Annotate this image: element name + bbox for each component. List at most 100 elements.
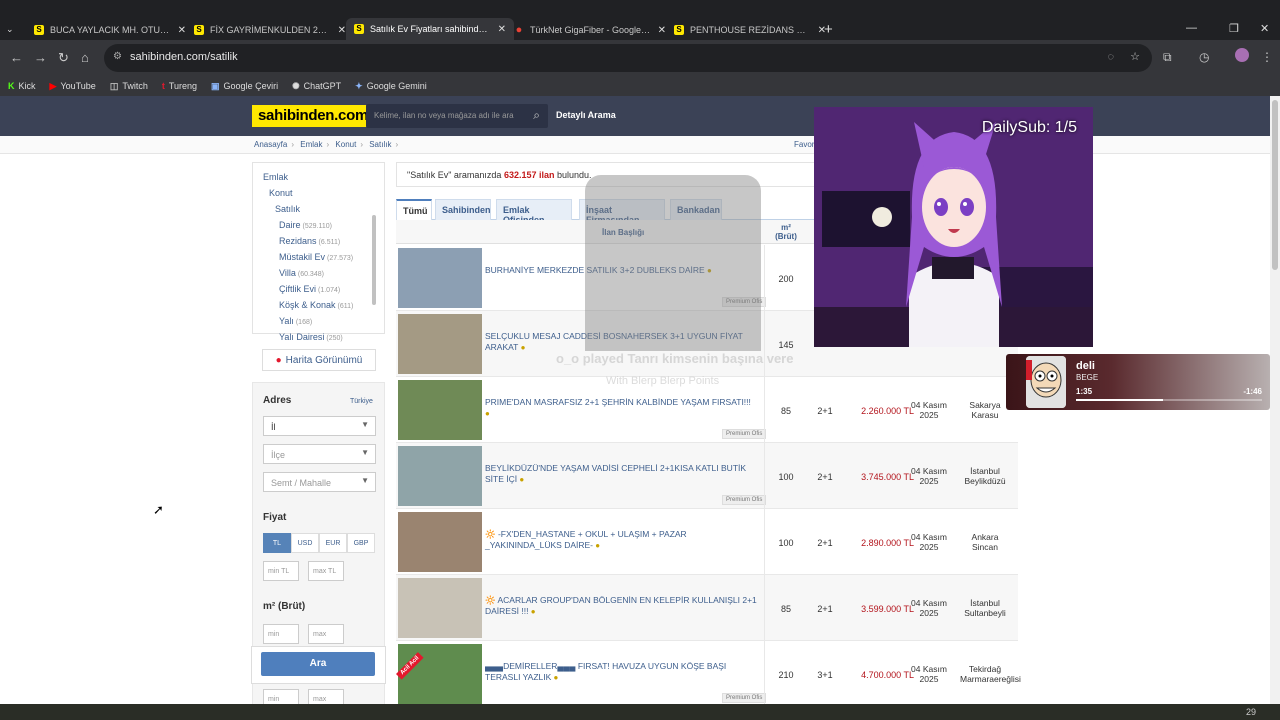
category-scrollbar[interactable] bbox=[372, 215, 376, 305]
max-extra-input[interactable]: max bbox=[308, 689, 344, 704]
listing-thumbnail[interactable]: Acil Acil bbox=[396, 644, 482, 704]
min-area-input[interactable]: min bbox=[263, 624, 299, 644]
currency-usd-button[interactable]: USD bbox=[291, 533, 319, 553]
extensions-icon[interactable]: ⧉ bbox=[1163, 50, 1172, 65]
subcategory-item[interactable]: Rezidans (6.511) bbox=[253, 233, 384, 249]
browser-tab[interactable]: S FİX GAYRİMENKULDEN 2+1 EŞYALI ✕ bbox=[186, 20, 354, 40]
search-icon[interactable]: ⌕ bbox=[533, 108, 540, 123]
site-logo[interactable]: sahibinden.com bbox=[252, 105, 374, 127]
category-konut[interactable]: Konut bbox=[253, 185, 384, 201]
sahibinden-icon: S bbox=[354, 24, 364, 34]
site-info-icon[interactable]: ⚙ bbox=[113, 51, 122, 62]
tab-agency[interactable]: Emlak Ofisinden bbox=[496, 199, 572, 225]
close-tab-icon[interactable]: ✕ bbox=[498, 24, 506, 35]
max-price-input[interactable]: max TL bbox=[308, 561, 344, 581]
home-icon[interactable]: ⌂ bbox=[81, 50, 89, 65]
listing-title-link[interactable]: 🔆 ACARLAR GROUP'DAN BÖLGENİN EN KELEPİR … bbox=[485, 595, 757, 617]
bookmark-gemini[interactable]: ✦ Google Gemini bbox=[355, 81, 427, 92]
search-input[interactable]: Kelime, ilan no veya mağaza adı ile ara … bbox=[366, 104, 548, 128]
country-link[interactable]: Türkiye bbox=[350, 398, 373, 405]
minimize-icon[interactable]: — bbox=[1186, 22, 1197, 34]
listing-thumbnail[interactable] bbox=[398, 446, 482, 506]
browser-tab[interactable]: ● TürkNet GigaFiber - Google Haritalar ✕ bbox=[506, 20, 674, 40]
browser-tab[interactable]: S Satılık Ev Fiyatları sahibinden.com ✕ bbox=[346, 18, 514, 40]
close-tab-icon[interactable]: ✕ bbox=[338, 25, 346, 36]
category-satilik[interactable]: Satılık bbox=[253, 201, 384, 217]
browser-tab[interactable]: S BUCA YAYLACIK MH. OTURUMLUK ✕ bbox=[26, 20, 194, 40]
table-row[interactable]: Acil Acil ▄▄▄DEMİRELLER▄▄▄ FIRSAT! HAVUZA… bbox=[396, 641, 1021, 704]
subcategory-item[interactable]: Köşk & Konak (611) bbox=[253, 297, 384, 313]
subcategory-item[interactable]: Villa (60.348) bbox=[253, 265, 384, 281]
subcategory-item[interactable]: Çiftlik Evi (1.074) bbox=[253, 281, 384, 297]
map-view-button[interactable]: ● Harita Görünümü bbox=[262, 349, 376, 371]
reload-icon[interactable]: ↻ bbox=[58, 50, 69, 66]
province-select[interactable]: İl ▼ bbox=[263, 416, 376, 436]
detailed-search-link[interactable]: Detaylı Arama bbox=[556, 110, 616, 120]
category-tree: Emlak Konut Satılık Daire (529.110) Rezida… bbox=[252, 162, 385, 342]
listing-thumbnail[interactable] bbox=[398, 380, 482, 440]
currency-gbp-button[interactable]: GBP bbox=[347, 533, 375, 553]
listing-title-link[interactable]: 🔆 -FX'DEN_HASTANE + OKUL + ULAŞIM + PAZA… bbox=[485, 529, 757, 551]
listing-thumbnail[interactable] bbox=[398, 578, 482, 638]
subcategory-item[interactable]: Yalı Dairesi (250) bbox=[253, 329, 384, 345]
bookmark-youtube[interactable]: ▶ YouTube bbox=[50, 81, 96, 92]
forward-icon[interactable]: → bbox=[34, 50, 47, 65]
chevron-down-icon: ▼ bbox=[361, 420, 369, 429]
tab-search-icon[interactable]: ⌄ bbox=[6, 24, 14, 35]
table-row[interactable]: BEYLİKDÜZÜ'NDE YAŞAM VADİSİ CEPHELİ 2+1K… bbox=[396, 443, 1018, 509]
currency-eur-button[interactable]: EUR bbox=[319, 533, 347, 553]
subcategory-list: Daire (529.110) Rezidans (6.511) Müstakil Ev… bbox=[253, 217, 384, 345]
bookmark-star-icon[interactable]: ☆ bbox=[1130, 50, 1140, 63]
menu-icon[interactable]: ⋮ bbox=[1261, 50, 1273, 64]
subcategory-count: (60.348) bbox=[297, 271, 324, 278]
district-select[interactable]: İlçe ▼ bbox=[263, 444, 376, 464]
page-scrollbar[interactable] bbox=[1270, 96, 1280, 704]
tab-all[interactable]: Tümü bbox=[396, 199, 432, 221]
bookmark-chatgpt[interactable]: ✺ ChatGPT bbox=[292, 81, 341, 92]
category-emlak[interactable]: Emlak bbox=[253, 169, 384, 185]
bookmark-google-translate[interactable]: ▣ Google Çeviri bbox=[211, 81, 278, 92]
listing-rooms: 2+1 bbox=[817, 604, 833, 614]
listing-title-link[interactable]: PRIME'DAN MASRAFSIZ 2+1 ŞEHRİN KALBİNDE … bbox=[485, 397, 757, 419]
breadcrumb-satilik[interactable]: Satılık bbox=[369, 140, 391, 149]
close-window-icon[interactable]: ✕ bbox=[1260, 22, 1269, 35]
tab-owner[interactable]: Sahibinden bbox=[435, 199, 491, 220]
new-tab-button[interactable]: + bbox=[824, 21, 833, 38]
min-price-input[interactable]: min TL bbox=[263, 561, 299, 581]
listing-thumbnail[interactable] bbox=[398, 314, 482, 374]
table-row[interactable]: 🔆 ACARLAR GROUP'DAN BÖLGENİN EN KELEPİR … bbox=[396, 575, 1018, 641]
close-tab-icon[interactable]: ✕ bbox=[178, 25, 186, 36]
subcategory-item[interactable]: Müstakil Ev (27.573) bbox=[253, 249, 384, 265]
neighborhood-select[interactable]: Semt / Mahalle ▼ bbox=[263, 472, 376, 492]
maximize-icon[interactable]: ❐ bbox=[1229, 22, 1239, 35]
profile-avatar[interactable] bbox=[1235, 48, 1249, 62]
listing-title-link[interactable]: ▄▄▄DEMİRELLER▄▄▄ FIRSAT! HAVUZA UYGUN KÖ… bbox=[485, 661, 757, 683]
scrollbar-thumb[interactable] bbox=[1272, 100, 1278, 270]
breadcrumb-emlak[interactable]: Emlak bbox=[300, 140, 322, 149]
history-icon[interactable]: ◷ bbox=[1199, 50, 1209, 64]
table-row[interactable]: 🔆 -FX'DEN_HASTANE + OKUL + ULAŞIM + PAZA… bbox=[396, 509, 1018, 575]
subcategory-item[interactable]: Yalı (168) bbox=[253, 313, 384, 329]
back-icon[interactable]: ← bbox=[10, 50, 23, 65]
listing-title-link[interactable]: BEYLİKDÜZÜ'NDE YAŞAM VADİSİ CEPHELİ 2+1K… bbox=[485, 463, 757, 485]
close-tab-icon[interactable]: ✕ bbox=[658, 25, 666, 36]
currency-tl-button[interactable]: TL bbox=[263, 533, 291, 553]
column-divider bbox=[764, 311, 765, 377]
address-bar[interactable]: ⚙ sahibinden.com/satilik ◌ ☆ bbox=[104, 44, 1152, 72]
breadcrumb-home[interactable]: Anasayfa bbox=[254, 140, 287, 149]
breadcrumb-konut[interactable]: Konut bbox=[335, 140, 356, 149]
eye-off-icon[interactable]: ◌ bbox=[1107, 51, 1114, 63]
listing-thumbnail[interactable] bbox=[398, 512, 482, 572]
subcategory-item[interactable]: Daire (529.110) bbox=[253, 217, 384, 233]
search-button-container: Ara bbox=[251, 646, 386, 684]
browser-tab[interactable]: SPENTHOUSE REZİDANS ÖZEL HAVUZ✕ bbox=[666, 20, 834, 40]
bookmark-kick[interactable]: K Kick bbox=[8, 81, 36, 91]
listing-thumbnail[interactable] bbox=[398, 248, 482, 308]
bookmark-tureng[interactable]: t Tureng bbox=[162, 81, 197, 91]
favorites-link[interactable]: Favori bbox=[794, 140, 816, 149]
max-area-input[interactable]: max bbox=[308, 624, 344, 644]
bookmark-twitch[interactable]: ◫ Twitch bbox=[110, 81, 148, 92]
search-button[interactable]: Ara bbox=[261, 652, 375, 676]
min-extra-input[interactable]: min bbox=[263, 689, 299, 704]
column-m2[interactable]: m² (Brüt) bbox=[771, 223, 801, 241]
